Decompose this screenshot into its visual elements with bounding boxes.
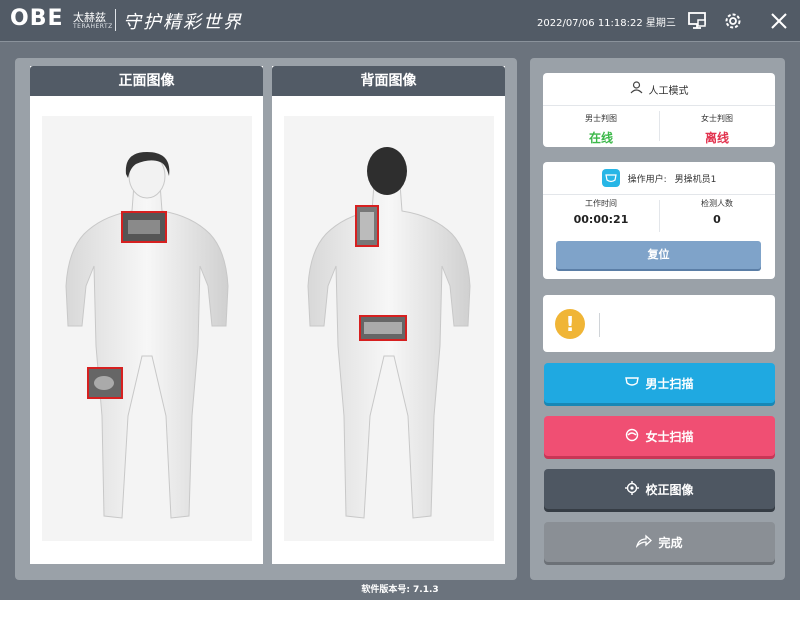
operator-name: 男操机员1	[674, 174, 717, 185]
calibrate-button[interactable]: 校正图像	[544, 469, 775, 509]
warning-divider	[599, 313, 600, 337]
title-bar: OBE 太赫兹 TERAHERTZ 守护精彩世界 2022/07/06 11:1…	[0, 0, 800, 42]
female-scan-button[interactable]: 女士扫描	[544, 416, 775, 456]
back-body-figure	[307, 147, 471, 519]
work-time-label: 工作时间	[585, 199, 617, 208]
female-judge-label: 女士判图	[701, 114, 733, 123]
datetime: 2022/07/06 11:18:22 星期三	[537, 18, 676, 29]
back-scan-image[interactable]	[284, 116, 494, 541]
finish-button[interactable]: 完成	[544, 522, 775, 562]
front-thigh-detection[interactable]	[87, 367, 123, 399]
female-judge-col: 女士判图 离线	[659, 105, 775, 147]
mask-icon	[601, 169, 620, 187]
slogan: 守护精彩世界	[123, 12, 243, 33]
count-stat: 检测人数 0	[659, 196, 775, 226]
mode-card: 人工模式 男士判图 在线 女士判图 离线	[543, 73, 775, 147]
male-scan-label: 男士扫描	[645, 376, 694, 391]
front-body-figure	[65, 152, 229, 519]
app-window: OBE 太赫兹 TERAHERTZ 守护精彩世界 2022/07/06 11:1…	[0, 0, 800, 600]
count-value: 0	[713, 213, 721, 226]
male-judge-label: 男士判图	[585, 114, 617, 123]
monitor-icon[interactable]	[686, 10, 708, 32]
close-icon[interactable]	[768, 10, 790, 32]
mask-icon	[625, 376, 640, 391]
mode-title-text: 人工模式	[648, 85, 689, 97]
front-image-title: 正面图像	[30, 66, 263, 96]
back-upper-detection[interactable]	[355, 205, 379, 247]
crosshair-icon	[625, 480, 640, 498]
operator-label: 操作用户:	[627, 174, 667, 185]
logo-divider	[115, 9, 116, 31]
person-icon	[630, 81, 643, 97]
front-chest-detection[interactable]	[121, 211, 167, 243]
work-time-value: 00:00:21	[573, 213, 629, 226]
mode-title: 人工模式	[543, 73, 775, 106]
back-image-title: 背面图像	[272, 66, 505, 96]
operator-card: 操作用户: 男操机员1 工作时间 00:00:21 检测人数 0 复位	[543, 162, 775, 279]
operator-row: 操作用户: 男操机员1	[543, 162, 775, 195]
work-time-stat: 工作时间 00:00:21	[543, 196, 659, 226]
back-waist-detection[interactable]	[359, 315, 407, 341]
finish-label: 完成	[658, 535, 683, 550]
warning-card: !	[543, 295, 775, 352]
software-version: 软件版本号: 7.1.3	[361, 585, 439, 595]
female-judge-status: 离线	[704, 131, 729, 145]
gear-icon[interactable]	[722, 10, 744, 32]
front-image-panel: 正面图像	[30, 66, 263, 564]
male-judge-status: 在线	[588, 131, 613, 145]
female-head-icon	[625, 428, 639, 445]
obe-logo: OBE	[10, 6, 64, 31]
reset-button[interactable]: 复位	[556, 241, 761, 269]
female-scan-label: 女士扫描	[645, 429, 694, 444]
share-arrow-icon	[636, 534, 653, 551]
count-label: 检测人数	[701, 199, 733, 208]
back-image-panel: 背面图像	[272, 66, 505, 564]
logo-en-text: TERAHERTZ	[73, 23, 113, 30]
male-judge-col: 男士判图 在线	[543, 105, 659, 147]
male-scan-button[interactable]: 男士扫描	[544, 363, 775, 403]
front-scan-image[interactable]	[42, 116, 252, 541]
exclamation-icon: !	[555, 309, 585, 339]
calibrate-label: 校正图像	[645, 482, 694, 497]
